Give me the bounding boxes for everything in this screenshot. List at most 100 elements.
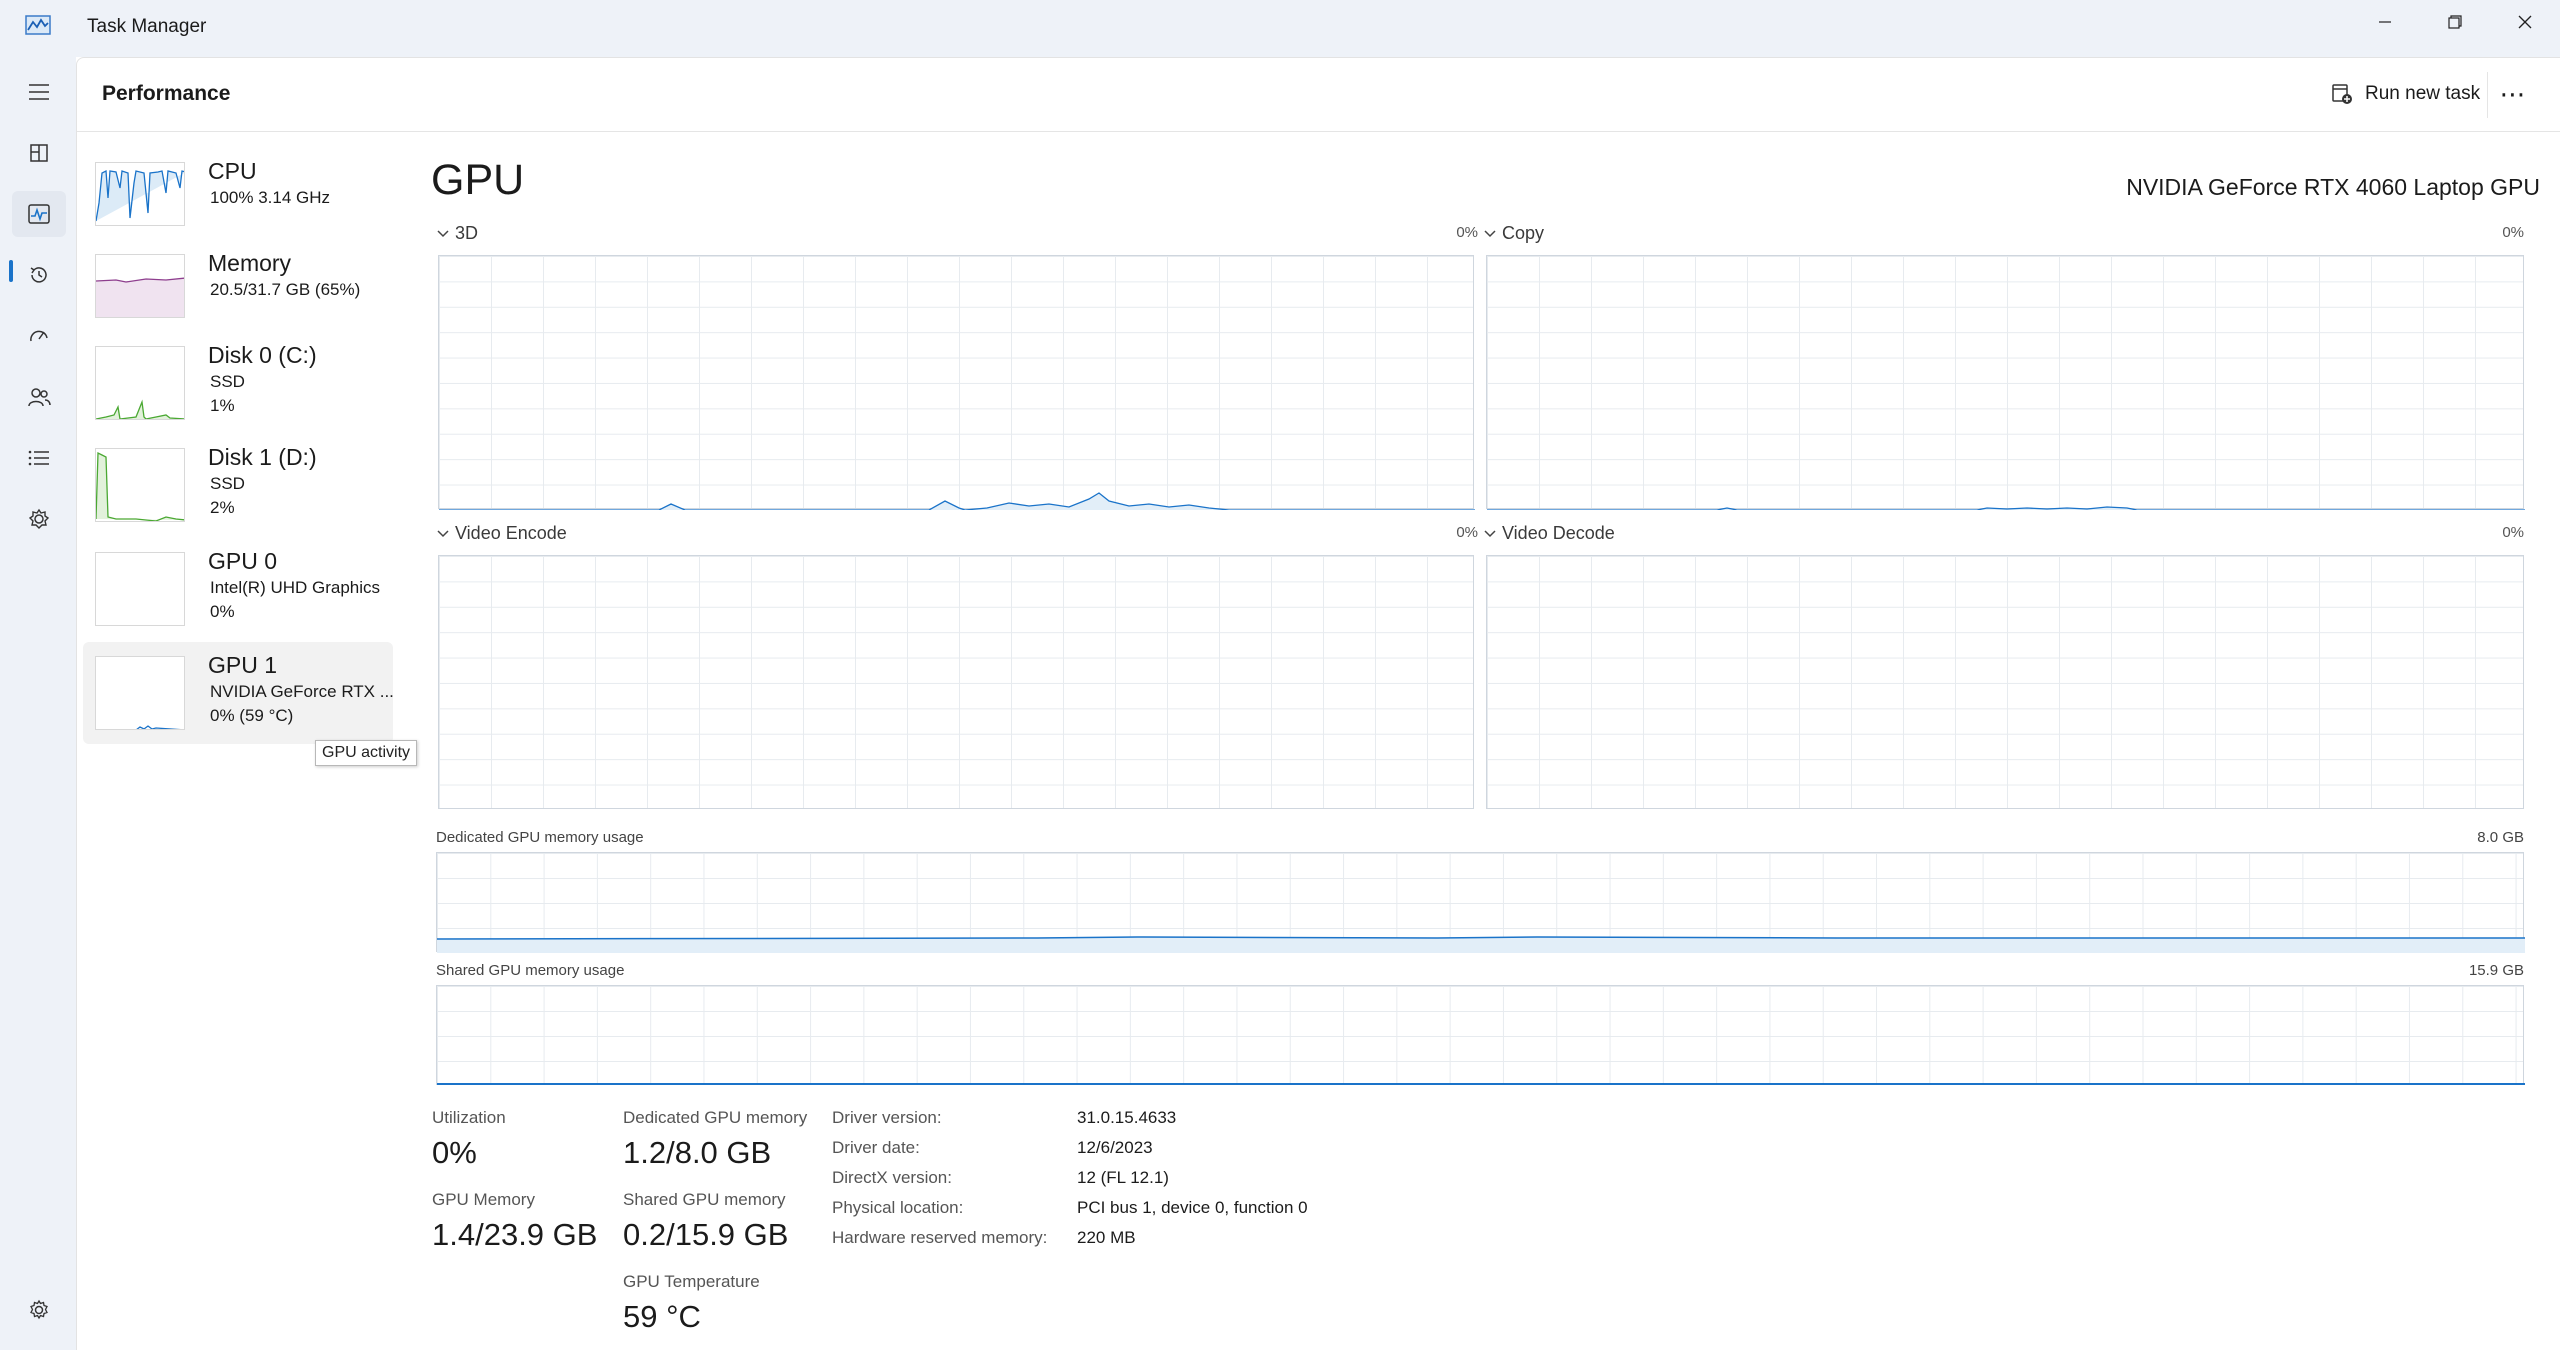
gpu-memory-label: GPU Memory [432, 1190, 535, 1209]
nav-settings[interactable] [12, 1287, 66, 1333]
list-icon [28, 450, 49, 466]
gpu-activity-tooltip: GPU activity [315, 740, 418, 766]
device-disk-0[interactable]: Disk 0 (C:) SSD 1% [83, 336, 393, 438]
device-name: Disk 1 (D:) [208, 444, 317, 470]
chevron-down-icon [1484, 229, 1496, 237]
physical-location-key: Physical location: [832, 1198, 964, 1217]
engine-max: 0% [1456, 224, 1478, 241]
shared-memory-label: Shared GPU memory usage [436, 962, 625, 979]
chevron-down-icon [437, 529, 449, 537]
header-separator [2487, 72, 2488, 118]
graph-3d [438, 255, 1475, 510]
reserved-memory-key: Hardware reserved memory: [832, 1228, 1048, 1247]
engine-selector-3d[interactable]: 3D [437, 223, 478, 244]
shared-memory-max: 15.9 GB [2468, 962, 2524, 979]
dedicated-gpu-memory-value: 1.2/8.0 GB [623, 1135, 772, 1170]
device-gpu-1[interactable]: GPU 1 NVIDIA GeForce RTX ... 0% (59 °C) [83, 642, 394, 744]
device-detail: SSD [210, 474, 245, 493]
physical-location-value: PCI bus 1, device 0, function 0 [1077, 1198, 1308, 1217]
device-name: GPU 0 [208, 548, 278, 574]
gear-icon [30, 1299, 48, 1320]
memory-thumbnail [95, 254, 185, 318]
graph-copy [1486, 255, 2525, 510]
engine-max: 0% [2502, 524, 2524, 541]
history-icon [30, 267, 47, 283]
device-detail: SSD [210, 372, 245, 391]
graph-video-encode [438, 555, 1474, 809]
engine-selector-video-decode[interactable]: Video Decode [1484, 523, 1615, 544]
driver-date-value: 12/6/2023 [1077, 1138, 1153, 1157]
run-task-icon [2332, 84, 2352, 104]
nav-startup-apps[interactable] [12, 313, 66, 359]
processes-icon [30, 144, 48, 162]
title-bar: Task Manager [0, 0, 2560, 57]
driver-version-value: 31.0.15.4633 [1077, 1108, 1177, 1127]
restore-icon [2448, 15, 2462, 29]
performance-icon [28, 204, 50, 224]
device-memory[interactable]: Memory 20.5/31.7 GB (65%) [83, 244, 393, 346]
speedometer-icon [30, 330, 48, 342]
dedicated-memory-max: 8.0 GB [2477, 829, 2524, 846]
users-icon [28, 388, 51, 407]
shared-gpu-memory-label: Shared GPU memory [623, 1190, 786, 1209]
hamburger-menu-button[interactable] [12, 69, 66, 115]
nav-app-history[interactable] [12, 252, 66, 298]
engine-selector-copy[interactable]: Copy [1484, 223, 1544, 244]
reserved-memory-value: 220 MB [1077, 1228, 1136, 1247]
services-icon [28, 508, 50, 529]
nav-users[interactable] [12, 374, 66, 420]
hamburger-icon [29, 84, 49, 100]
engine-selector-video-encode[interactable]: Video Encode [437, 523, 567, 544]
task-manager-icon [25, 15, 51, 35]
device-gpu-0[interactable]: GPU 0 Intel(R) UHD Graphics 0% [83, 548, 393, 650]
nav-details[interactable] [12, 435, 66, 481]
minimize-button[interactable] [2350, 0, 2420, 44]
engine-label: Video Decode [1502, 523, 1615, 543]
gpu1-thumbnail [95, 656, 185, 730]
nav-performance[interactable] [12, 191, 66, 237]
minimize-icon [2379, 21, 2391, 23]
nav-services[interactable] [12, 496, 66, 542]
run-new-task-button[interactable]: Run new task [2321, 74, 2490, 114]
device-detail: 20.5/31.7 GB (65%) [210, 280, 361, 299]
dedicated-memory-label: Dedicated GPU memory usage [436, 829, 644, 846]
graph-video-decode [1486, 555, 2524, 809]
device-usage: 0% (59 °C) [210, 706, 294, 725]
utilization-value: 0% [432, 1135, 477, 1170]
nav-processes[interactable] [12, 130, 66, 176]
engine-label: Video Encode [455, 523, 567, 543]
gpu-model-name: NVIDIA GeForce RTX 4060 Laptop GPU [2126, 174, 2540, 200]
device-name: Disk 0 (C:) [208, 342, 317, 368]
chevron-down-icon [1484, 529, 1496, 537]
engine-max: 0% [1456, 524, 1478, 541]
close-icon [2518, 15, 2532, 29]
device-detail: Intel(R) UHD Graphics [210, 578, 381, 597]
gpu-temperature-value: 59 °C [623, 1299, 701, 1334]
engine-label: Copy [1502, 223, 1545, 243]
utilization-label: Utilization [432, 1108, 506, 1127]
gpu-memory-value: 1.4/23.9 GB [432, 1217, 598, 1252]
more-options-button[interactable]: ⋯ [2491, 74, 2535, 114]
more-icon: ⋯ [2499, 78, 2527, 109]
device-name: GPU 1 [208, 652, 278, 678]
engine-label: 3D [455, 223, 479, 243]
driver-date-key: Driver date: [832, 1138, 920, 1157]
chevron-down-icon [437, 229, 449, 237]
gpu0-thumbnail [95, 552, 185, 626]
disk1-thumbnail [95, 448, 185, 522]
shared-gpu-memory-value: 0.2/15.9 GB [623, 1217, 789, 1252]
close-button[interactable] [2490, 0, 2560, 44]
dedicated-gpu-memory-label: Dedicated GPU memory [623, 1108, 808, 1127]
device-usage: 2% [210, 498, 235, 517]
device-cpu[interactable]: CPU 100% 3.14 GHz [83, 152, 393, 254]
navigation-rail [0, 57, 76, 1350]
device-detail: 100% 3.14 GHz [210, 188, 331, 207]
restore-button[interactable] [2420, 0, 2490, 44]
window-title: Task Manager [87, 16, 207, 37]
engine-max: 0% [2502, 224, 2524, 241]
device-name: Memory [208, 250, 292, 276]
page-title: Performance [102, 82, 231, 105]
gpu-title: GPU [431, 156, 525, 204]
driver-version-key: Driver version: [832, 1108, 942, 1127]
device-disk-1[interactable]: Disk 1 (D:) SSD 2% [83, 442, 393, 544]
